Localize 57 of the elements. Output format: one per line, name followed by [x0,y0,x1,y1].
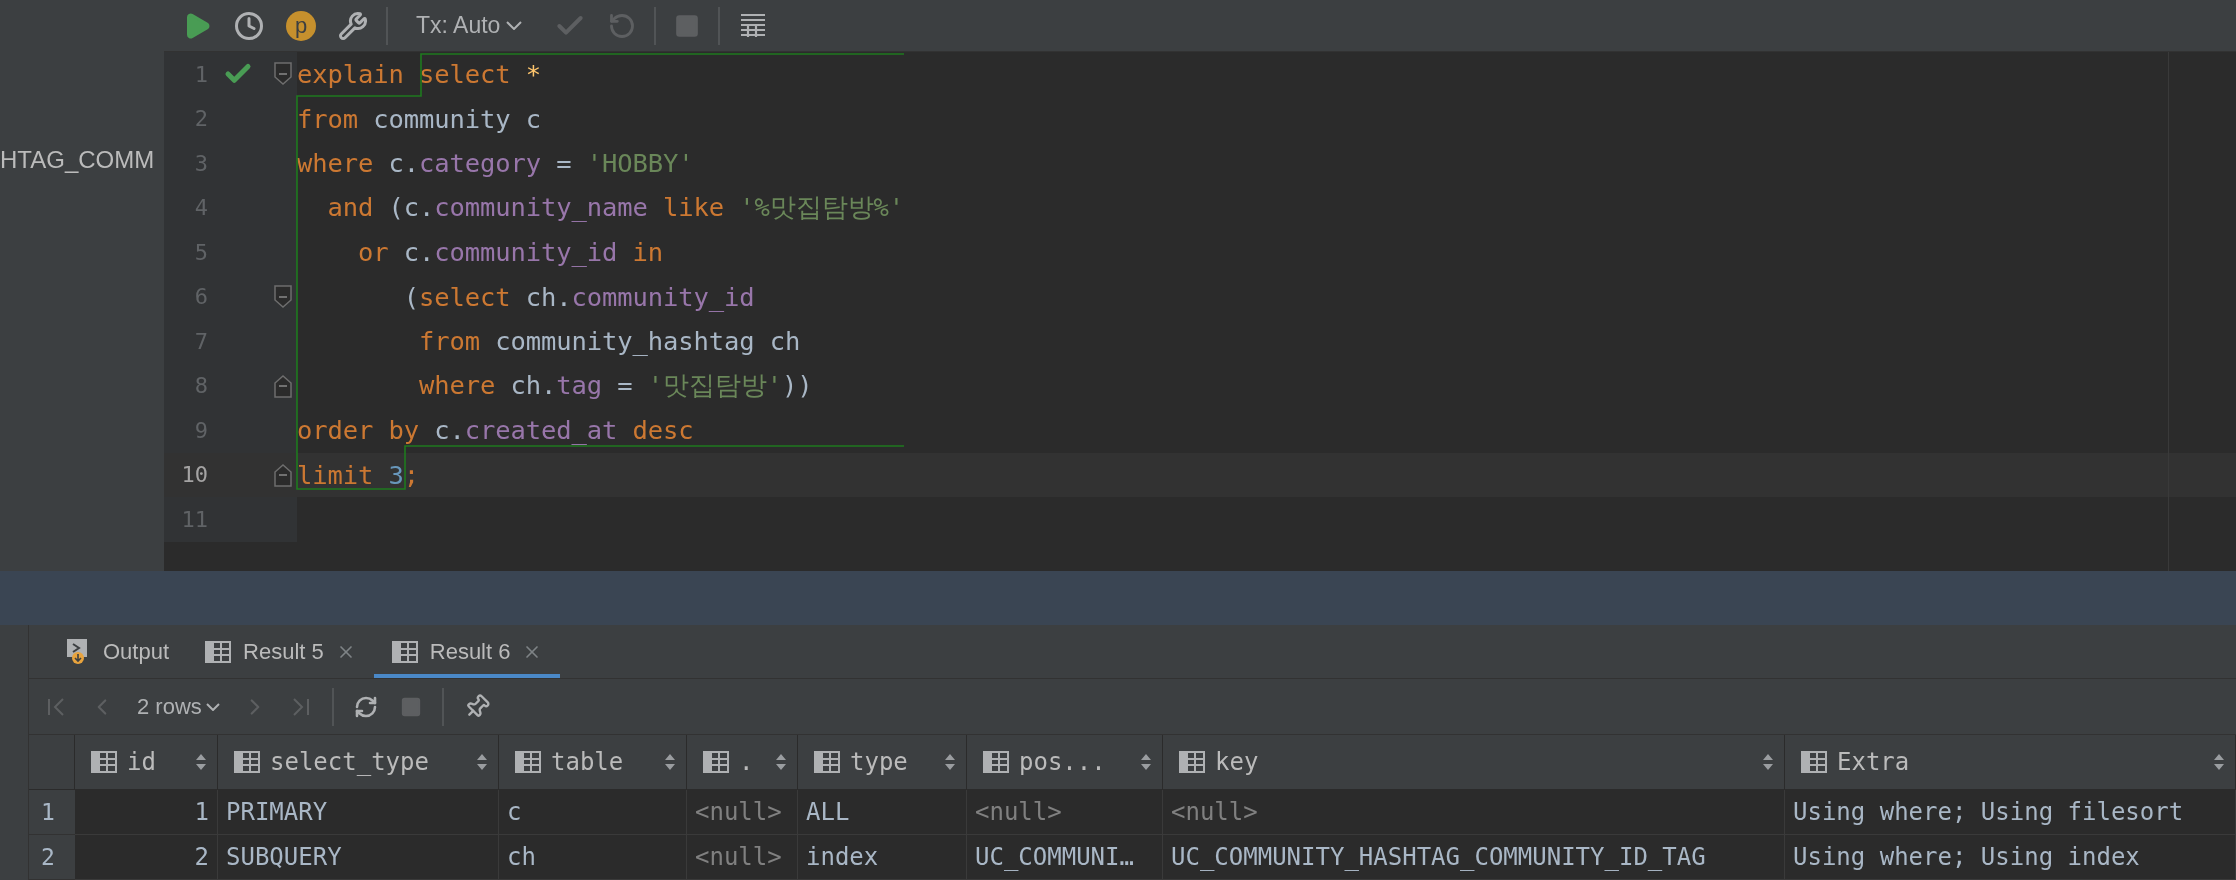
code-line: or c.community_id in [357,237,664,268]
table-cell: ch [499,835,687,880]
column-icon [515,750,541,774]
panel-label: HTAG_COMM [0,146,155,174]
column-icon [703,750,729,774]
table-cell: SUBQUERY [218,835,499,880]
table-icon [205,639,232,664]
sort-icon[interactable] [195,752,207,772]
code-line: where c.category = 'HOBBY' [297,148,694,179]
table-cell: <null> [967,790,1163,835]
code-line: limit 3; [297,459,420,490]
table-cell: ALL [798,790,967,835]
chevron-down-icon [205,702,220,711]
table-icon [391,639,418,664]
code-line: (select ch.community_id [402,281,755,312]
column-icon [234,750,260,774]
fold-icon[interactable] [273,284,292,309]
table-cell: <null> [687,835,798,880]
table-cell: index [798,835,967,880]
code-line: from community_hashtag ch [418,326,801,357]
table-cell: 2 [75,835,218,880]
column-icon [1801,750,1827,774]
sort-icon[interactable] [1762,752,1774,772]
result-tab[interactable]: Result 5 [187,625,374,678]
sort-icon[interactable] [1140,752,1152,772]
chevron-down-icon [506,21,523,30]
code-line: where ch.tag = '맛집탐방')) [418,369,813,403]
line-number: 10 [180,462,208,488]
table-cell: UC_COMMUNI… [967,835,1163,880]
code-line: explain select * [297,59,542,90]
sort-icon[interactable] [775,752,787,772]
fold-icon[interactable] [273,462,292,487]
table-cell: 1 [75,790,218,835]
result-tab[interactable]: Output [47,625,188,678]
rows-dropdown[interactable]: 2 rows [135,691,222,722]
column-icon [91,750,117,774]
table-cell: Using where; Using filesort [1785,790,2236,835]
table-cell: UC_COMMUNITY_HASHTAG_COMMUNITY_ID_TAG [1163,835,1785,880]
table-cell: c [499,790,687,835]
sort-icon[interactable] [2213,752,2225,772]
code-line: order by c.created_at desc [297,415,694,446]
code-line: from community c [297,103,542,134]
column-icon [1179,750,1205,774]
code-line: and (c.community_name like '%맛집탐방%' [326,191,904,225]
sort-icon[interactable] [944,752,956,772]
fold-icon[interactable] [273,62,292,87]
fold-icon[interactable] [273,373,292,398]
table-cell: PRIMARY [218,790,499,835]
table-cell: <null> [687,790,798,835]
sort-icon[interactable] [664,752,676,772]
sort-icon[interactable] [476,752,488,772]
table-cell: <null> [1163,790,1785,835]
transaction-mode-dropdown[interactable]: Tx: Auto [412,8,527,43]
result-tab[interactable]: Result 6 [373,625,561,678]
column-icon [814,750,840,774]
table-cell: Using where; Using index [1785,835,2236,880]
column-icon [983,750,1009,774]
